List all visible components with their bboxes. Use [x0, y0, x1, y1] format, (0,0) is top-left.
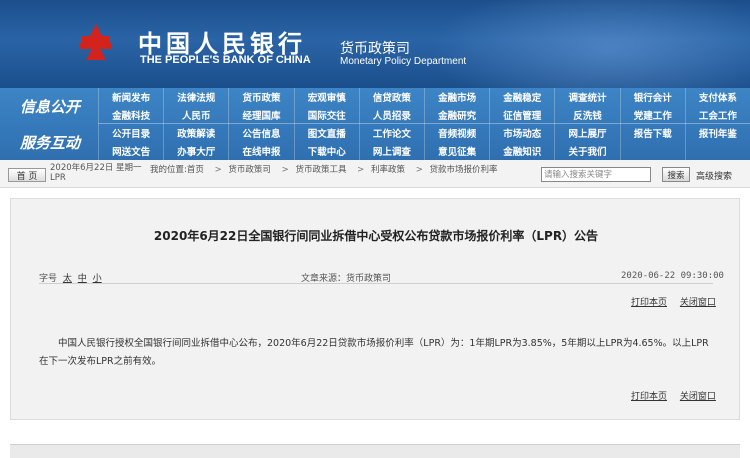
nav-item[interactable]: 人员招录 — [358, 106, 424, 124]
home-button[interactable]: 首 页 — [8, 168, 46, 182]
date-line: 2020年6月22日 星期一 — [50, 163, 142, 173]
breadcrumb-item[interactable]: 利率政策 — [371, 165, 405, 175]
nav-item[interactable]: 反洗钱 — [554, 106, 619, 124]
search-button[interactable]: 搜索 — [662, 167, 690, 182]
banner-glow — [430, 0, 750, 88]
article-panel: 2020年6月22日全国银行间同业拆借中心受权公布贷款市场报价利率（LPR）公告… — [10, 198, 740, 420]
breadcrumb-item[interactable]: 货币政策工具 — [295, 165, 346, 175]
nav-item[interactable]: 音频视频 — [423, 124, 489, 142]
nav-grid: 新闻发布 法律法规 货币政策 宏观审慎 信贷政策 金融市场 金融稳定 调查统计 银行会计 支付体系… — [98, 88, 750, 160]
nav-item[interactable]: 意见征集 — [423, 142, 489, 160]
breadcrumb: 我的位置:首页 > 货币政策司 > 货币政策工具 > 利率政策 > 贷款市场报价… — [150, 163, 502, 175]
nav-item[interactable]: 金融稳定 — [489, 88, 554, 106]
nav-item[interactable]: 在线申报 — [228, 142, 293, 160]
nav-item[interactable]: 法律法规 — [163, 88, 228, 106]
header-banner: 中国人民银行 THE PEOPLE'S BANK OF CHINA 货币政策司 … — [0, 0, 750, 88]
nav-item[interactable]: 办事大厅 — [163, 142, 228, 160]
nav-item[interactable]: 图文直播 — [293, 124, 359, 142]
article-body: 中国人民银行授权全国银行间同业拆借中心公布，2020年6月22日贷款市场报价利率… — [39, 338, 709, 367]
nav-item[interactable]: 下载中心 — [293, 142, 359, 160]
main-nav: 信息公开 服务互动 新闻发布 法律法规 货币政策 宏观审慎 信贷政策 金融市场 金融稳定 调查… — [0, 88, 750, 160]
department-name-cn: 货币政策司 — [340, 41, 410, 57]
nav-item[interactable]: 金融知识 — [489, 142, 554, 160]
breadcrumb-separator: > — [415, 165, 423, 175]
nav-item[interactable]: 工会工作 — [684, 106, 750, 124]
nav-item[interactable]: 人民币 — [163, 106, 228, 124]
nav-item[interactable]: 党建工作 — [619, 106, 685, 124]
close-window-link[interactable]: 关闭窗口 — [680, 298, 716, 308]
utility-bar: 首 页 2020年6月22日 星期一 LPR 我的位置:首页 > 货币政策司 >… — [0, 160, 750, 188]
breadcrumb-separator: > — [281, 165, 289, 175]
nav-item[interactable]: 宏观审慎 — [293, 88, 359, 106]
breadcrumb-item[interactable]: 货币政策司 — [228, 165, 271, 175]
nav-item[interactable]: 市场动态 — [489, 124, 554, 142]
department-name-en: Monetary Policy Department — [340, 56, 467, 67]
nav-item[interactable]: 网送文告 — [98, 142, 163, 160]
pboc-logo-icon[interactable] — [76, 22, 116, 62]
nav-item — [619, 142, 685, 160]
search-input[interactable]: 请输入搜索关键字 — [541, 167, 651, 182]
nav-item[interactable]: 关于我们 — [554, 142, 619, 160]
bank-name-en: THE PEOPLE'S BANK OF CHINA — [140, 54, 311, 66]
breadcrumb-location[interactable]: 我的位置:首页 — [150, 165, 204, 175]
nav-item[interactable]: 调查统计 — [554, 88, 619, 106]
nav-item[interactable]: 银行会计 — [619, 88, 685, 106]
meta-divider — [39, 283, 713, 284]
footer-strip — [10, 444, 740, 458]
article-date: 2020-06-22 09:30:00 — [621, 271, 724, 281]
nav-item[interactable]: 金融科技 — [98, 106, 163, 124]
nav-item — [684, 142, 750, 160]
nav-item[interactable]: 报刊年鉴 — [684, 124, 750, 142]
nav-item[interactable]: 金融研究 — [423, 106, 489, 124]
article-actions-top: 打印本页 关闭窗口 — [621, 295, 716, 308]
nav-item[interactable]: 网上调查 — [358, 142, 424, 160]
breadcrumb-item[interactable]: 贷款市场报价利率 — [430, 165, 498, 175]
article-actions-bottom: 打印本页 关闭窗口 — [621, 389, 716, 402]
date-line-lpr: LPR — [50, 173, 66, 183]
date-display: 2020年6月22日 星期一 LPR — [50, 163, 142, 183]
nav-item[interactable]: 国际交往 — [293, 106, 359, 124]
nav-item[interactable]: 公告信息 — [228, 124, 293, 142]
nav-item[interactable]: 征信管理 — [489, 106, 554, 124]
nav-item[interactable]: 工作论文 — [358, 124, 424, 142]
nav-item[interactable]: 新闻发布 — [98, 88, 163, 106]
breadcrumb-separator: > — [357, 165, 365, 175]
nav-item[interactable]: 网上展厅 — [554, 124, 619, 142]
close-window-link[interactable]: 关闭窗口 — [680, 392, 716, 402]
nav-item[interactable]: 公开目录 — [98, 124, 163, 142]
nav-group-service-interaction: 服务互动 — [20, 133, 81, 152]
advanced-search-link[interactable]: 高级搜索 — [696, 169, 732, 182]
nav-item[interactable]: 政策解读 — [163, 124, 228, 142]
nav-item[interactable]: 报告下载 — [619, 124, 685, 142]
nav-item[interactable]: 信贷政策 — [358, 88, 424, 106]
print-page-link[interactable]: 打印本页 — [631, 392, 667, 402]
breadcrumb-separator: > — [214, 165, 222, 175]
nav-item[interactable]: 货币政策 — [228, 88, 293, 106]
print-page-link[interactable]: 打印本页 — [631, 298, 667, 308]
nav-group-info-disclosure: 信息公开 — [20, 97, 81, 116]
nav-item[interactable]: 支付体系 — [684, 88, 750, 106]
article-title: 2020年6月22日全国银行间同业拆借中心受权公布贷款市场报价利率（LPR）公告 — [153, 229, 599, 243]
nav-item[interactable]: 金融市场 — [423, 88, 489, 106]
nav-item[interactable]: 经理国库 — [228, 106, 293, 124]
